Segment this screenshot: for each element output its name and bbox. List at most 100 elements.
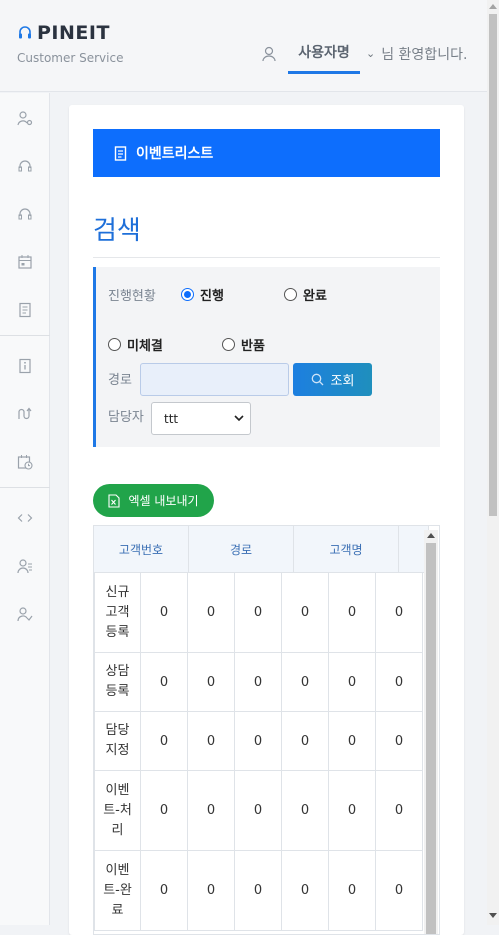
row-label: 이벤 트-완 료 xyxy=(94,851,141,930)
search-button[interactable]: 조회 xyxy=(293,363,372,396)
route-icon[interactable] xyxy=(17,406,33,422)
radio-label: 완료 xyxy=(303,289,327,304)
user-list-icon[interactable] xyxy=(17,558,33,574)
table-cell: 0 xyxy=(235,712,282,770)
table-scrollbar[interactable] xyxy=(424,530,438,934)
table-row[interactable]: 상담 등록 0 0 0 0 0 0 xyxy=(94,653,423,712)
route-input[interactable] xyxy=(140,363,289,396)
table-cell: 0 xyxy=(141,653,188,711)
table-row[interactable]: 신규 고객 등록 0 0 0 0 0 0 xyxy=(94,573,423,653)
table-cell: 0 xyxy=(282,653,329,711)
radio-label: 반품 xyxy=(241,339,265,354)
table-cell: 0 xyxy=(329,653,376,711)
table-cell: 0 xyxy=(376,573,423,652)
table-cell: 0 xyxy=(188,851,235,930)
table-cell: 0 xyxy=(282,573,329,652)
page-scrollbar[interactable] xyxy=(487,0,499,925)
excel-button-label: 엑셀 내보내기 xyxy=(128,494,199,508)
row-label: 상담 등록 xyxy=(94,653,141,711)
table-cell: 0 xyxy=(376,653,423,711)
col-customer-no[interactable]: 고객번호 xyxy=(94,526,189,573)
excel-file-icon xyxy=(108,493,121,508)
search-filter-panel: 진행현황 진행 완료 미체결 반품 경로 조회 담당자 ttt xyxy=(93,267,440,447)
table-row[interactable]: 이벤 트-처 리000000 xyxy=(94,771,423,851)
table-row[interactable]: 담당 지정 0 0 0 0 0 0 xyxy=(94,712,423,771)
scroll-thumb[interactable] xyxy=(426,543,436,934)
col-route[interactable]: 경로 xyxy=(189,526,294,573)
route-label: 경로 xyxy=(108,373,132,388)
radio-return[interactable]: 반품 xyxy=(222,335,265,354)
table-cell: 0 xyxy=(235,771,282,850)
search-button-label: 조회 xyxy=(330,374,355,389)
calendar-clock-icon[interactable] xyxy=(17,454,33,470)
brand[interactable]: PINEIT Customer Service xyxy=(17,22,123,65)
radio-dot xyxy=(108,338,121,351)
calendar-icon[interactable] xyxy=(17,254,33,270)
table-cell: 0 xyxy=(235,653,282,711)
table-cell: 0 xyxy=(329,573,376,652)
scroll-up-arrow[interactable] xyxy=(427,533,435,538)
col-customer-name[interactable]: 고객명 xyxy=(294,526,399,573)
table-cell: 0 xyxy=(282,712,329,770)
table-cell: 0 xyxy=(141,712,188,770)
headset-icon[interactable] xyxy=(17,206,33,222)
user-greeting: 님 환영합니다. xyxy=(381,46,468,63)
radio-in-progress[interactable]: 진행 xyxy=(181,285,224,304)
table-cell: 0 xyxy=(188,653,235,711)
info-icon[interactable] xyxy=(17,358,33,374)
search-icon xyxy=(311,373,323,386)
table-cell: 0 xyxy=(141,851,188,930)
table-header: 고객번호 경로 고객명 xyxy=(94,526,429,573)
table-row[interactable]: 이벤 트-완 료000000 xyxy=(94,851,423,931)
main-card: 이벤트리스트 검색 진행현황 진행 완료 미체결 반품 경로 조회 담당자 tt… xyxy=(69,105,464,935)
code-icon[interactable] xyxy=(17,510,33,526)
table-cell: 0 xyxy=(188,771,235,850)
top-header: PINEIT Customer Service 사용자명 ⌄ 님 환영합니다. xyxy=(0,0,487,92)
table-body: 신규 고객 등록 0 0 0 0 0 0 상담 등록 0 0 0 0 0 0 담당 지정 0 0 0 0 0 0 이벤 트… xyxy=(94,573,423,931)
table-cell: 0 xyxy=(376,771,423,850)
user-gear-icon[interactable] xyxy=(17,110,33,126)
radio-label: 진행 xyxy=(200,289,224,304)
user-menu[interactable]: 사용자명 ⌄ 님 환영합니다. xyxy=(262,33,467,74)
user-name[interactable]: 사용자명 xyxy=(288,42,360,74)
brand-subtitle: Customer Service xyxy=(17,51,124,65)
table-cell: 0 xyxy=(329,712,376,770)
user-check-icon[interactable] xyxy=(17,606,33,622)
manager-label: 담당자 xyxy=(108,410,144,425)
excel-export-button[interactable]: 엑셀 내보내기 xyxy=(93,484,214,517)
table-cell: 0 xyxy=(376,851,423,930)
table-cell: 0 xyxy=(329,771,376,850)
sidebar-divider xyxy=(0,335,50,336)
radio-unsettled[interactable]: 미체결 xyxy=(108,335,163,354)
event-table: 고객번호 경로 고객명 신규 고객 등록 0 0 0 0 0 0 상담 등록 0 0 0 0 0 0 담당 … xyxy=(93,525,440,935)
scroll-up-arrow[interactable] xyxy=(489,4,497,9)
radio-label: 미체결 xyxy=(127,339,163,354)
table-cell: 0 xyxy=(282,851,329,930)
radio-complete[interactable]: 완료 xyxy=(284,285,327,304)
headset-logo-icon xyxy=(19,26,31,39)
user-icon xyxy=(262,46,276,61)
radio-dot xyxy=(181,288,194,301)
row-label: 담당 지정 xyxy=(94,712,141,770)
table-cell: 0 xyxy=(188,573,235,652)
sidebar-divider xyxy=(0,487,50,488)
sidebar xyxy=(0,93,50,925)
manager-selected-value: ttt xyxy=(164,411,179,426)
manager-select[interactable]: ttt xyxy=(151,402,251,435)
radio-dot xyxy=(222,338,235,351)
row-label: 이벤 트-처 리 xyxy=(94,771,141,850)
status-label: 진행현황 xyxy=(108,289,156,304)
title-divider xyxy=(93,257,440,258)
headset-icon[interactable] xyxy=(17,158,33,174)
table-cell: 0 xyxy=(235,851,282,930)
brand-title: PINEIT xyxy=(37,22,110,44)
event-list-banner: 이벤트리스트 xyxy=(93,129,440,177)
banner-label: 이벤트리스트 xyxy=(136,146,214,162)
scroll-down-arrow[interactable] xyxy=(489,913,497,918)
chevron-down-icon[interactable]: ⌄ xyxy=(366,47,375,60)
document-icon[interactable] xyxy=(17,302,33,318)
scroll-thumb[interactable] xyxy=(489,14,497,516)
table-cell: 0 xyxy=(282,771,329,850)
table-cell: 0 xyxy=(141,771,188,850)
table-cell: 0 xyxy=(235,573,282,652)
